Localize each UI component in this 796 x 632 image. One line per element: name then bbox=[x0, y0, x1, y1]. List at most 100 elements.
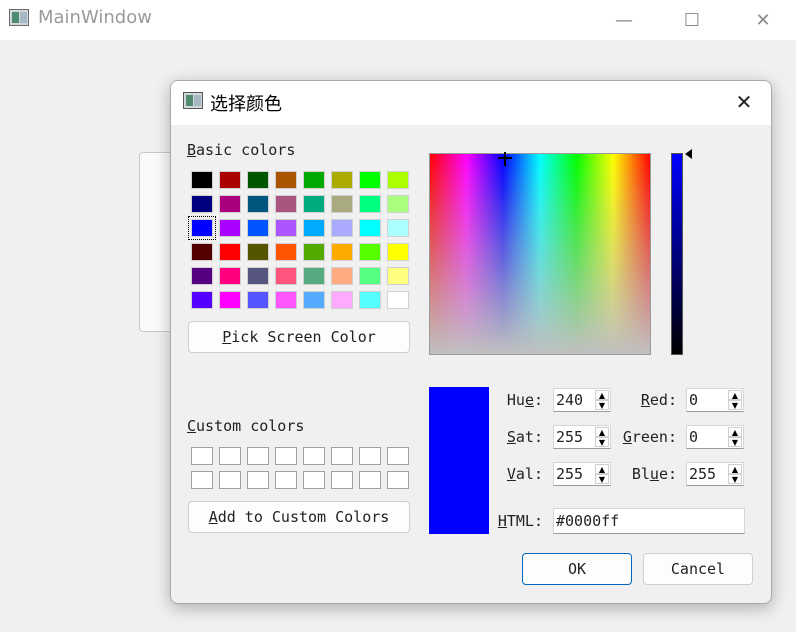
basic-color-swatch[interactable] bbox=[275, 243, 297, 261]
custom-color-swatch[interactable] bbox=[247, 471, 269, 489]
basic-color-swatch[interactable] bbox=[191, 291, 213, 309]
basic-color-swatch[interactable] bbox=[331, 171, 353, 189]
basic-color-swatch[interactable] bbox=[275, 171, 297, 189]
blue-label: Blue: bbox=[631, 465, 677, 483]
spin-up-icon[interactable]: ▲ bbox=[595, 464, 609, 474]
basic-color-swatch[interactable] bbox=[331, 219, 353, 237]
basic-color-swatch[interactable] bbox=[359, 219, 381, 237]
sat-spinbox[interactable]: 255 ▲ ▼ bbox=[553, 425, 611, 449]
custom-color-swatch[interactable] bbox=[359, 447, 381, 465]
basic-color-swatch[interactable] bbox=[275, 219, 297, 237]
basic-color-swatch[interactable] bbox=[387, 195, 409, 213]
spin-down-icon[interactable]: ▼ bbox=[595, 437, 609, 447]
custom-color-swatch[interactable] bbox=[331, 447, 353, 465]
green-spinbox[interactable]: 0 ▲ ▼ bbox=[686, 425, 744, 449]
basic-color-swatch[interactable] bbox=[247, 243, 269, 261]
basic-color-swatch[interactable] bbox=[191, 267, 213, 285]
spin-up-icon[interactable]: ▲ bbox=[728, 464, 742, 474]
basic-color-swatch[interactable] bbox=[359, 243, 381, 261]
basic-color-swatch[interactable] bbox=[359, 195, 381, 213]
basic-color-swatch[interactable] bbox=[303, 171, 325, 189]
basic-color-swatch[interactable] bbox=[387, 267, 409, 285]
basic-color-swatch[interactable] bbox=[247, 291, 269, 309]
basic-color-swatch[interactable] bbox=[359, 171, 381, 189]
basic-color-swatch[interactable] bbox=[331, 243, 353, 261]
basic-color-swatch[interactable] bbox=[303, 219, 325, 237]
cancel-button[interactable]: Cancel bbox=[643, 553, 753, 585]
spin-down-icon[interactable]: ▼ bbox=[728, 400, 742, 410]
basic-color-swatch[interactable] bbox=[303, 267, 325, 285]
val-label: Val: bbox=[506, 465, 543, 483]
custom-color-swatch[interactable] bbox=[387, 471, 409, 489]
basic-color-swatch[interactable] bbox=[191, 243, 213, 261]
basic-color-swatch[interactable] bbox=[275, 291, 297, 309]
basic-color-swatch[interactable] bbox=[331, 267, 353, 285]
spin-up-icon[interactable]: ▲ bbox=[595, 427, 609, 437]
basic-color-swatch[interactable] bbox=[219, 195, 241, 213]
basic-color-swatch[interactable] bbox=[387, 243, 409, 261]
spin-down-icon[interactable]: ▼ bbox=[595, 474, 609, 484]
basic-color-swatch[interactable] bbox=[219, 171, 241, 189]
luminance-arrow-icon[interactable] bbox=[685, 149, 692, 159]
ok-button[interactable]: OK bbox=[522, 553, 632, 585]
custom-color-swatch[interactable] bbox=[191, 447, 213, 465]
custom-color-swatch[interactable] bbox=[247, 447, 269, 465]
basic-color-swatch[interactable] bbox=[331, 291, 353, 309]
luminance-slider[interactable] bbox=[671, 153, 683, 355]
basic-color-swatch[interactable] bbox=[303, 291, 325, 309]
basic-color-swatch[interactable] bbox=[191, 195, 213, 213]
basic-color-swatch[interactable] bbox=[247, 267, 269, 285]
spin-up-icon[interactable]: ▲ bbox=[595, 390, 609, 400]
hue-spinbox[interactable]: 240 ▲ ▼ bbox=[553, 388, 611, 412]
custom-color-swatch[interactable] bbox=[191, 471, 213, 489]
basic-color-swatch[interactable] bbox=[387, 219, 409, 237]
blue-spinbox[interactable]: 255 ▲ ▼ bbox=[686, 462, 744, 486]
close-button[interactable]: ✕ bbox=[738, 0, 788, 40]
custom-color-swatch[interactable] bbox=[219, 471, 241, 489]
maximize-button[interactable]: ☐ bbox=[667, 0, 717, 40]
basic-color-swatch[interactable] bbox=[247, 219, 269, 237]
basic-color-swatch[interactable] bbox=[275, 195, 297, 213]
val-spinbox[interactable]: 255 ▲ ▼ bbox=[553, 462, 611, 486]
spin-down-icon[interactable]: ▼ bbox=[728, 437, 742, 447]
red-spinbox[interactable]: 0 ▲ ▼ bbox=[686, 388, 744, 412]
dialog-close-button[interactable]: ✕ bbox=[729, 87, 759, 117]
current-color-preview bbox=[429, 387, 489, 534]
spin-down-icon[interactable]: ▼ bbox=[595, 400, 609, 410]
basic-color-swatch[interactable] bbox=[359, 267, 381, 285]
minimize-button[interactable]: — bbox=[599, 0, 649, 40]
basic-color-swatch[interactable] bbox=[219, 243, 241, 261]
spin-up-icon[interactable]: ▲ bbox=[728, 390, 742, 400]
basic-color-swatch[interactable] bbox=[191, 171, 213, 189]
basic-color-swatch[interactable] bbox=[219, 219, 241, 237]
pick-screen-color-button[interactable]: Pick Screen Color bbox=[188, 321, 410, 353]
basic-color-swatch[interactable] bbox=[303, 243, 325, 261]
basic-color-swatch[interactable] bbox=[219, 267, 241, 285]
custom-color-swatch[interactable] bbox=[387, 447, 409, 465]
spin-up-icon[interactable]: ▲ bbox=[728, 427, 742, 437]
color-spectrum[interactable] bbox=[429, 152, 651, 355]
custom-color-swatch[interactable] bbox=[359, 471, 381, 489]
basic-color-swatch[interactable] bbox=[275, 267, 297, 285]
basic-color-swatch[interactable] bbox=[247, 195, 269, 213]
green-label: Green: bbox=[622, 428, 677, 446]
custom-color-swatch[interactable] bbox=[303, 471, 325, 489]
spin-down-icon[interactable]: ▼ bbox=[728, 474, 742, 484]
basic-color-swatch[interactable] bbox=[188, 216, 216, 240]
basic-color-swatch[interactable] bbox=[387, 171, 409, 189]
close-icon: ✕ bbox=[735, 90, 753, 114]
custom-color-swatch[interactable] bbox=[275, 447, 297, 465]
custom-color-swatch[interactable] bbox=[219, 447, 241, 465]
dialog-titlebar: 选择颜色 ✕ bbox=[171, 81, 771, 125]
basic-color-swatch[interactable] bbox=[387, 291, 409, 309]
custom-color-swatch[interactable] bbox=[275, 471, 297, 489]
custom-color-swatch[interactable] bbox=[303, 447, 325, 465]
add-to-custom-colors-button[interactable]: Add to Custom Colors bbox=[188, 501, 410, 533]
basic-color-swatch[interactable] bbox=[359, 291, 381, 309]
basic-color-swatch[interactable] bbox=[247, 171, 269, 189]
html-color-input[interactable]: #0000ff bbox=[553, 508, 745, 534]
basic-color-swatch[interactable] bbox=[303, 195, 325, 213]
basic-color-swatch[interactable] bbox=[331, 195, 353, 213]
basic-color-swatch[interactable] bbox=[219, 291, 241, 309]
custom-color-swatch[interactable] bbox=[331, 471, 353, 489]
